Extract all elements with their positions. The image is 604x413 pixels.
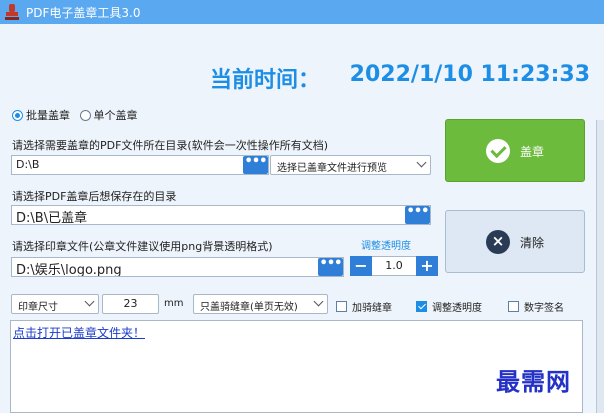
opacity-plus-button[interactable]: + bbox=[416, 256, 438, 276]
scrollbar[interactable] bbox=[596, 120, 604, 413]
seal-file-label: 请选择印章文件(公章文件建议使用png背景透明格式) bbox=[12, 240, 273, 253]
chevron-down-icon bbox=[313, 296, 324, 307]
checkbox-label: 数字签名 bbox=[524, 303, 564, 314]
seam-mode-select-value: 只盖骑缝章(单页无效) bbox=[200, 302, 298, 313]
stamp-button[interactable]: 盖章 bbox=[445, 119, 585, 182]
stamp-button-label: 盖章 bbox=[520, 145, 545, 159]
output-browse-button[interactable]: ••• bbox=[405, 205, 430, 224]
stamp-icon bbox=[5, 4, 19, 20]
open-output-folder-link[interactable]: 点击打开已盖章文件夹！ bbox=[13, 324, 145, 341]
checkbox-box[interactable] bbox=[336, 301, 347, 312]
radio-dot[interactable] bbox=[79, 109, 91, 121]
chevron-down-icon bbox=[416, 157, 427, 168]
opacity-minus-button[interactable]: − bbox=[350, 256, 372, 276]
checkbox-label: 调整透明度 bbox=[432, 303, 482, 314]
checkbox-box[interactable] bbox=[508, 301, 519, 312]
output-dir-input[interactable]: D:\B\已盖章 bbox=[11, 205, 431, 225]
source-browse-button[interactable]: ••• bbox=[243, 155, 268, 174]
clock: 当前时间： 2022/1/10 11:23:33 bbox=[0, 62, 600, 93]
clock-label: 当前时间： bbox=[209, 68, 320, 93]
opacity-value[interactable]: 1.0 bbox=[372, 256, 416, 276]
checkbox-box-checked[interactable] bbox=[416, 301, 427, 312]
clear-button-label: 清除 bbox=[520, 236, 545, 250]
adjust-opacity-checkbox[interactable]: 调整透明度 bbox=[416, 299, 482, 314]
source-dir-label: 请选择需要盖章的PDF文件所在目录(软件会一次性操作所有文档) bbox=[12, 139, 329, 152]
watermark-logo: 最需网 bbox=[496, 367, 571, 396]
radio-label: 批量盖章 bbox=[26, 109, 70, 122]
radio-dot-selected[interactable] bbox=[12, 109, 23, 121]
check-circle-icon bbox=[486, 139, 510, 163]
seam-mode-select[interactable]: 只盖骑缝章(单页无效) bbox=[193, 294, 328, 314]
radio-batch-stamp[interactable]: 批量盖章 bbox=[12, 107, 70, 123]
clear-button[interactable]: × 清除 bbox=[445, 210, 585, 273]
seal-size-input[interactable]: 23 bbox=[102, 294, 159, 314]
output-dir-label: 请选择PDF盖章后想保存在的目录 bbox=[12, 190, 177, 203]
chevron-down-icon bbox=[84, 296, 95, 307]
radio-single-stamp[interactable]: 单个盖章 bbox=[79, 107, 138, 123]
mode-radio-group: 批量盖章 单个盖章 bbox=[12, 107, 144, 123]
opacity-title: 调整透明度 bbox=[361, 241, 411, 252]
checkbox-label: 加骑缝章 bbox=[352, 303, 392, 314]
size-unit-label: mm bbox=[164, 298, 184, 309]
seal-file-input[interactable]: D:\娱乐\logo.png bbox=[11, 257, 344, 277]
preview-select[interactable]: 选择已盖章文件进行预览 bbox=[270, 155, 431, 175]
close-circle-icon: × bbox=[486, 230, 510, 254]
seam-stamp-checkbox[interactable]: 加骑缝章 bbox=[336, 299, 392, 314]
preview-select-value: 选择已盖章文件进行预览 bbox=[277, 163, 387, 174]
seal-browse-button[interactable]: ••• bbox=[318, 257, 343, 276]
digital-signature-checkbox[interactable]: 数字签名 bbox=[508, 299, 564, 314]
clock-value: 2022/1/10 11:23:33 bbox=[349, 62, 590, 87]
window-title: PDF电子盖章工具3.0 bbox=[26, 6, 141, 20]
title-bar: PDF电子盖章工具3.0 bbox=[0, 0, 604, 24]
radio-label: 单个盖章 bbox=[93, 109, 138, 122]
seal-size-select[interactable]: 印章尺寸 bbox=[11, 294, 99, 314]
source-dir-input[interactable]: D:\B bbox=[11, 155, 269, 175]
seal-size-select-value: 印章尺寸 bbox=[18, 302, 58, 313]
